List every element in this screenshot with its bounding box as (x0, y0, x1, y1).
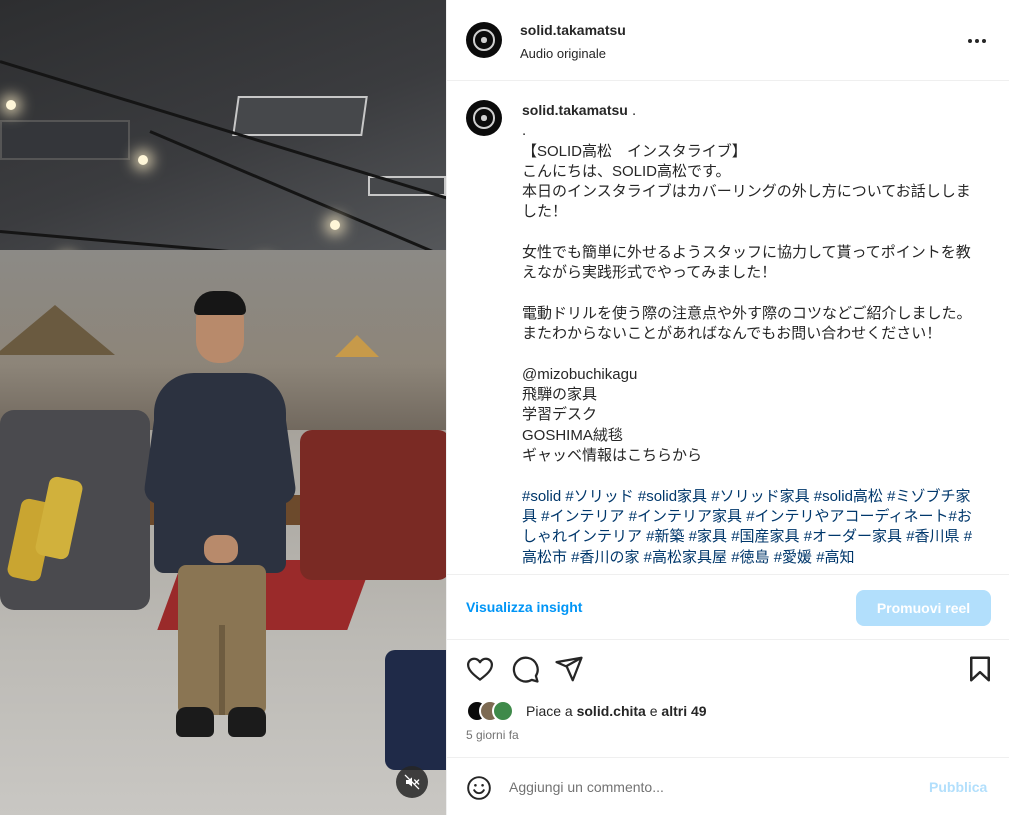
mute-button[interactable] (396, 766, 428, 798)
liker-username[interactable]: solid.chita (577, 703, 646, 719)
insights-bar: Visualizza insight Promuovi reel (447, 574, 1009, 640)
audio-label[interactable]: Audio originale (520, 46, 606, 61)
likes-prefix: Piace a (526, 703, 577, 719)
post-date[interactable]: 5 giorni fa (466, 728, 519, 742)
paper-plane-icon[interactable] (554, 654, 584, 684)
pendant-lamp (335, 335, 379, 357)
smiley-icon[interactable] (466, 775, 492, 801)
red-sofa (300, 430, 446, 580)
bookmark-icon[interactable] (965, 654, 995, 684)
likes-summary: Piace a solid.chita e altri 49 (526, 703, 707, 719)
view-insights-link[interactable]: Visualizza insight (466, 599, 582, 615)
ceiling-vent (232, 96, 368, 136)
spotlight (6, 100, 16, 110)
pendant-lamp (0, 305, 115, 355)
caption-body: solid.takamatsu . . 【SOLID高松 インスタライブ】 こん… (522, 100, 982, 568)
more-horizontal-icon (968, 39, 972, 43)
comment-input[interactable] (509, 775, 899, 799)
post-header: solid.takamatsu Audio originale (447, 0, 1009, 81)
promote-reel-button[interactable]: Promuovi reel (856, 590, 991, 626)
caption-section: solid.takamatsu . . 【SOLID高松 インスタライブ】 こん… (447, 82, 1009, 574)
caption-text: . . 【SOLID高松 インスタライブ】 こんにちは、SOLID高松です。 本… (522, 102, 972, 465)
more-options-button[interactable] (963, 30, 991, 52)
spotlight (330, 220, 340, 230)
spotlight (138, 155, 148, 165)
post-panel: solid.takamatsu Audio originale solid.ta… (446, 0, 1009, 815)
avatar[interactable] (466, 22, 502, 58)
likes-others-link[interactable]: altri 49 (661, 703, 706, 719)
liker-avatar (492, 700, 514, 722)
post-username[interactable]: solid.takamatsu (520, 22, 626, 38)
likes-joiner: e (645, 703, 662, 719)
speaker-muted-icon (404, 774, 420, 790)
reel-video[interactable] (0, 0, 446, 815)
caption-avatar[interactable] (466, 100, 502, 136)
publish-button[interactable]: Pubblica (929, 779, 987, 795)
comment-icon[interactable] (510, 654, 540, 684)
ceiling-vent (0, 120, 130, 160)
comment-bar: Pubblica (447, 757, 1009, 815)
action-bar (447, 646, 1009, 692)
heart-icon[interactable] (465, 654, 495, 684)
navy-ottoman (385, 650, 446, 770)
caption-hashtags[interactable]: #solid #ソリッド #solid家具 #ソリッド家具 #solid高松 #… (522, 488, 972, 566)
caption-username[interactable]: solid.takamatsu (522, 102, 628, 118)
person (142, 291, 298, 755)
